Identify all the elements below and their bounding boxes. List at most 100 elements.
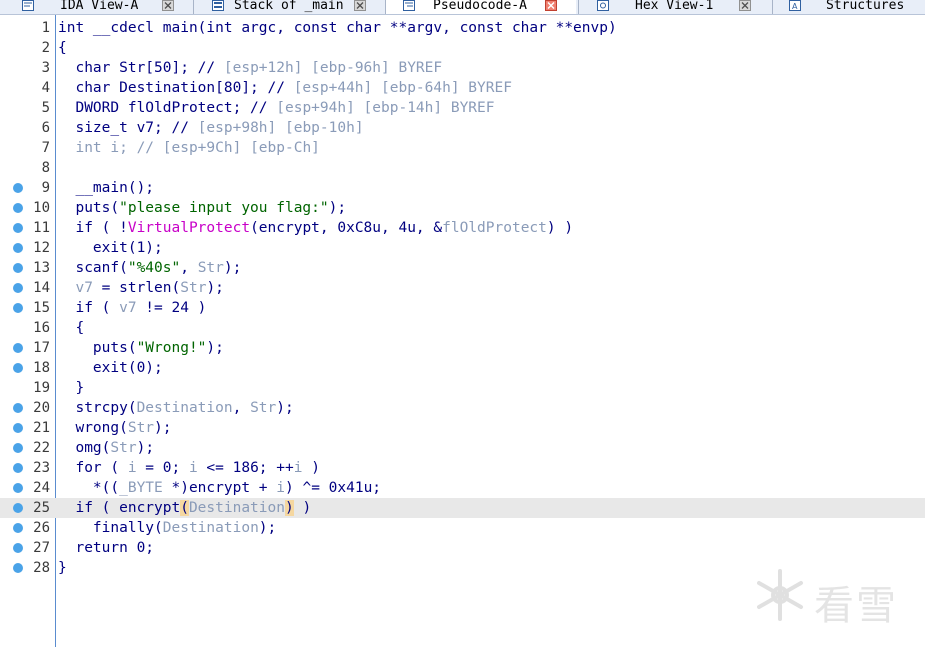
code-text: { — [58, 320, 85, 336]
comment: [esp+98h] [ebp-10h] — [197, 120, 364, 136]
structures-icon: A — [789, 0, 801, 11]
line-number: 21 — [33, 420, 50, 436]
breakpoint-dot[interactable] — [13, 503, 23, 513]
code-line[interactable]: 19 } — [0, 378, 925, 398]
line-number: 16 — [33, 320, 50, 336]
breakpoint-dot[interactable] — [13, 463, 23, 473]
breakpoint-dot[interactable] — [13, 403, 23, 413]
import-name: VirtualProtect — [127, 220, 251, 236]
code-line[interactable]: 16 { — [0, 318, 925, 338]
close-icon[interactable] — [544, 0, 557, 11]
code-line-current[interactable]: 25 if ( encrypt(Destination) ) — [0, 498, 925, 518]
code-line[interactable]: 18 exit(0); — [0, 358, 925, 378]
variable: i — [276, 480, 285, 496]
line-number: 13 — [33, 260, 50, 276]
line-number: 2 — [41, 40, 50, 56]
breakpoint-dot[interactable] — [13, 363, 23, 373]
breakpoint-dot[interactable] — [13, 483, 23, 493]
breakpoint-dot[interactable] — [13, 263, 23, 273]
hex-icon — [597, 0, 609, 11]
code-line[interactable]: 21 wrong(Str); — [0, 418, 925, 438]
variable: Str — [110, 440, 137, 456]
code-text: scanf("%40s", Str); — [58, 260, 242, 276]
code-text: wrong(Str); — [58, 420, 172, 436]
matching-paren: ) — [284, 500, 294, 516]
variable: flOldProtect — [442, 220, 547, 236]
breakpoint-dot[interactable] — [13, 443, 23, 453]
tab-ida-view[interactable]: IDA View-A — [22, 0, 175, 14]
matching-paren: ( — [180, 500, 189, 516]
code-line[interactable]: 6 size_t v7; // [esp+98h] [ebp-10h] — [0, 118, 925, 138]
code-line[interactable]: 4 char Destination[80]; // [esp+44h] [eb… — [0, 78, 925, 98]
line-number: 28 — [33, 560, 50, 576]
line-number: 5 — [41, 100, 50, 116]
breakpoint-dot[interactable] — [13, 563, 23, 573]
line-number: 10 — [33, 200, 50, 216]
line-number: 7 — [41, 140, 50, 156]
string-literal: "please input you flag:" — [119, 200, 329, 216]
code-line[interactable]: 22 omg(Str); — [0, 438, 925, 458]
variable: Str — [197, 260, 224, 276]
line-number: 9 — [41, 180, 50, 196]
tab-structures[interactable]: A Structures — [789, 0, 904, 14]
code-line[interactable]: 17 puts("Wrong!"); — [0, 338, 925, 358]
code-text: int __cdecl main(int argc, const char **… — [58, 20, 617, 36]
breakpoint-dot[interactable] — [13, 283, 23, 293]
line-number: 3 — [41, 60, 50, 76]
variable: Destination — [188, 500, 285, 516]
code-line[interactable]: 7 int i; // [esp+9Ch] [ebp-Ch] — [0, 138, 925, 158]
code-line[interactable]: 11 if ( !VirtualProtect(encrypt, 0xC8u, … — [0, 218, 925, 238]
tab-pseudocode[interactable]: Pseudocode-A — [386, 0, 576, 14]
code-text: char Destination[80]; // [esp+44h] [ebp-… — [58, 80, 512, 96]
code-line[interactable]: 1 int __cdecl main(int argc, const char … — [0, 18, 925, 38]
close-icon[interactable] — [353, 0, 366, 11]
line-number: 6 — [41, 120, 50, 136]
code-line[interactable]: 2 { — [0, 38, 925, 58]
breakpoint-dot[interactable] — [13, 523, 23, 533]
code-line[interactable]: 5 DWORD flOldProtect; // [esp+94h] [ebp-… — [0, 98, 925, 118]
code-line[interactable]: 13 scanf("%40s", Str); — [0, 258, 925, 278]
comment: [esp+44h] [ebp-64h] BYREF — [293, 80, 512, 96]
variable: Str — [250, 400, 277, 416]
line-number: 14 — [33, 280, 50, 296]
line-number: 20 — [33, 400, 50, 416]
line-number: 17 — [33, 340, 50, 356]
breakpoint-dot[interactable] — [13, 223, 23, 233]
code-line[interactable]: 12 exit(1); — [0, 238, 925, 258]
code-line[interactable]: 24 *((_BYTE *)encrypt + i) ^= 0x41u; — [0, 478, 925, 498]
pseudocode-editor[interactable]: 1 int __cdecl main(int argc, const char … — [0, 15, 925, 647]
code-text: } — [58, 380, 85, 396]
code-text: omg(Str); — [58, 440, 155, 456]
code-line[interactable]: 15 if ( v7 != 24 ) — [0, 298, 925, 318]
code-line[interactable]: 3 char Str[50]; // [esp+12h] [ebp-96h] B… — [0, 58, 925, 78]
code-text: *((_BYTE *)encrypt + i) ^= 0x41u; — [58, 480, 382, 496]
tab-hex-view[interactable]: Hex View-1 — [597, 0, 752, 14]
code-line[interactable]: 27 return 0; — [0, 538, 925, 558]
code-text: finally(Destination); — [58, 520, 277, 536]
breakpoint-dot[interactable] — [13, 543, 23, 553]
breakpoint-dot[interactable] — [13, 303, 23, 313]
variable: i — [188, 460, 198, 476]
code-line[interactable]: 23 for ( i = 0; i <= 186; ++i ) — [0, 458, 925, 478]
close-icon[interactable] — [739, 0, 752, 11]
variable: Destination — [136, 400, 233, 416]
code-text: if ( !VirtualProtect(encrypt, 0xC8u, 4u,… — [58, 220, 574, 236]
code-line[interactable]: 10 puts("please input you flag:"); — [0, 198, 925, 218]
code-line[interactable]: 26 finally(Destination); — [0, 518, 925, 538]
breakpoint-dot[interactable] — [13, 423, 23, 433]
code-line[interactable]: 9 __main(); — [0, 178, 925, 198]
tab-label: Structures — [826, 0, 905, 13]
code-line[interactable]: 8 — [0, 158, 925, 178]
code-line[interactable]: 20 strcpy(Destination, Str); — [0, 398, 925, 418]
code-text: if ( v7 != 24 ) — [58, 300, 207, 316]
close-icon[interactable] — [162, 0, 175, 11]
breakpoint-dot[interactable] — [13, 343, 23, 353]
breakpoint-dot[interactable] — [13, 183, 23, 193]
breakpoint-dot[interactable] — [13, 243, 23, 253]
line-number: 15 — [33, 300, 50, 316]
breakpoint-dot[interactable] — [13, 203, 23, 213]
tab-stack[interactable]: Stack of _main — [212, 0, 366, 14]
tab-label: Hex View-1 — [635, 0, 714, 13]
line-number: 25 — [33, 500, 50, 516]
code-line[interactable]: 14 v7 = strlen(Str); — [0, 278, 925, 298]
